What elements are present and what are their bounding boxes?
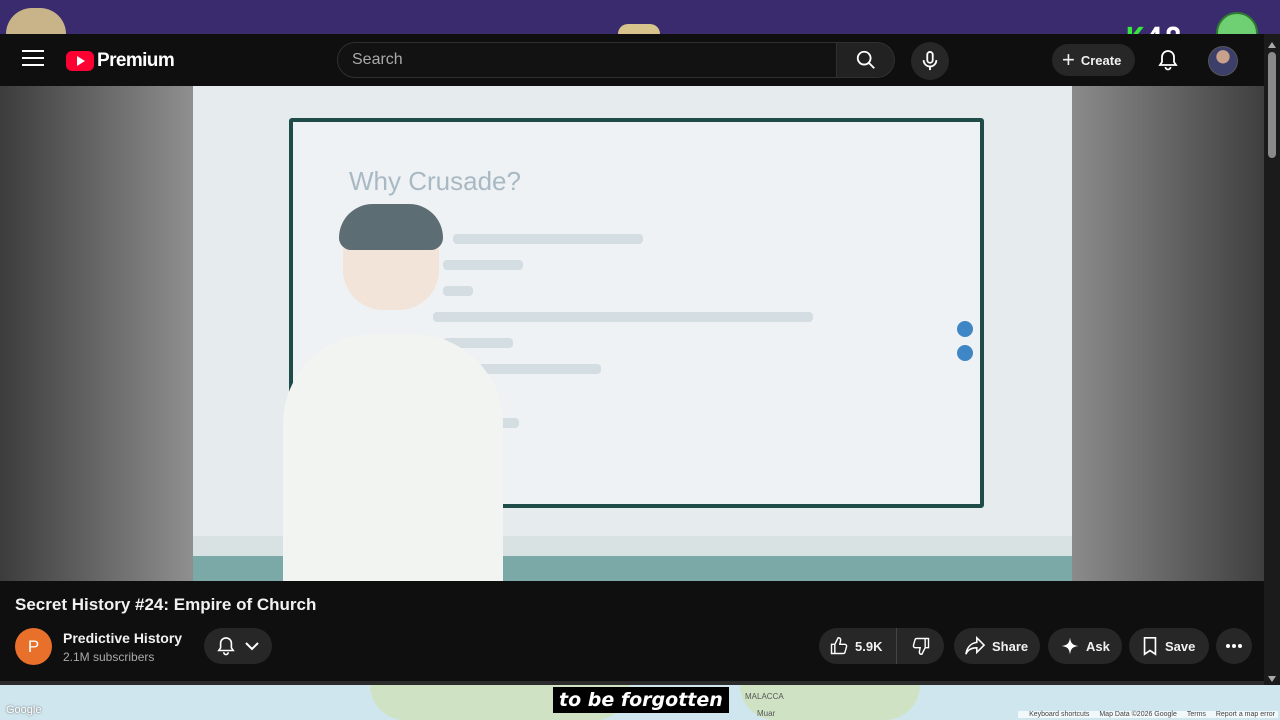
youtube-logo-icon (66, 51, 94, 71)
more-horizontal-icon (1226, 644, 1242, 648)
plus-icon: + (1062, 47, 1075, 72)
menu-icon[interactable] (22, 50, 44, 68)
create-label: Create (1080, 52, 1122, 68)
channel-name[interactable]: Predictive History (63, 630, 182, 646)
slide-text-line (453, 234, 643, 244)
planet-graphic-small (618, 24, 660, 34)
map-report-error-link[interactable]: Report a map error (1216, 711, 1275, 718)
thumbs-up-icon (830, 636, 848, 655)
slide-title: Why Crusade? (349, 166, 521, 196)
app-root: K48 Premium + Create (0, 0, 1280, 720)
slide-text-line (443, 260, 523, 270)
scroll-up-arrow-icon[interactable] (1268, 42, 1276, 48)
dislike-button[interactable] (897, 628, 944, 664)
share-label: Share (992, 638, 1029, 654)
account-avatar[interactable] (1208, 46, 1238, 76)
scroll-thumb[interactable] (1268, 52, 1276, 158)
like-dislike-group: 5.9K (819, 628, 944, 664)
ask-button[interactable]: Ask (1048, 628, 1122, 664)
page-scrollbar[interactable] (1264, 34, 1280, 686)
more-actions-button[interactable] (1216, 628, 1252, 664)
map-keyboard-shortcuts[interactable]: Keyboard shortcuts (1029, 711, 1089, 718)
share-icon (965, 636, 986, 655)
ask-label: Ask (1086, 638, 1110, 654)
subscribed-notifications-button[interactable] (204, 628, 272, 664)
youtube-premium-logo[interactable]: Premium (66, 50, 175, 72)
voice-search-button[interactable] (911, 42, 949, 80)
video-player[interactable]: Why Crusade? (193, 86, 1072, 581)
bell-icon (217, 637, 235, 656)
notifications-button[interactable] (1154, 46, 1182, 74)
save-label: Save (1165, 638, 1196, 654)
like-button[interactable]: 5.9K (819, 628, 897, 664)
slide-marker (957, 321, 973, 337)
map-terms-link[interactable]: Terms (1187, 711, 1206, 718)
presenter-hair (339, 204, 443, 250)
scroll-down-arrow-icon[interactable] (1268, 676, 1276, 682)
bookmark-icon (1143, 637, 1157, 656)
map-footer: Keyboard shortcuts Map Data ©2026 Google… (1018, 711, 1278, 718)
logo-text: Premium (97, 50, 175, 71)
create-button[interactable]: + Create (1052, 44, 1136, 76)
channel-avatar[interactable]: P (15, 628, 52, 665)
subscriber-count: 2.1M subscribers (63, 650, 155, 664)
presenter-body (283, 334, 503, 581)
map-label-muar: Muar (757, 709, 776, 718)
search-icon (856, 50, 875, 69)
video-title: Secret History #24: Empire of Church (15, 595, 317, 614)
search-box (337, 42, 895, 78)
mic-icon (922, 51, 938, 71)
share-button[interactable]: Share (954, 628, 1040, 664)
video-caption: to be forgotten (553, 687, 729, 713)
sparkle-icon (1061, 637, 1079, 655)
map-data-credit: Map Data ©2026 Google (1099, 711, 1177, 718)
thumbs-down-icon (912, 637, 929, 656)
slide-marker (957, 345, 973, 361)
like-count: 5.9K (855, 638, 883, 654)
google-map-logo: Google (6, 704, 42, 716)
search-input[interactable] (337, 42, 837, 78)
slide-text-line (443, 286, 473, 296)
stream-overlay-strip: K48 (0, 0, 1280, 57)
bell-icon (1158, 50, 1178, 71)
chevron-down-icon (245, 642, 259, 651)
planet-graphic (6, 8, 66, 34)
slide-text-line (433, 312, 813, 322)
map-label-malacca: MALACCA (745, 692, 784, 701)
save-button[interactable]: Save (1129, 628, 1209, 664)
search-button[interactable] (837, 42, 895, 78)
masthead: Premium + Create (0, 34, 1264, 86)
